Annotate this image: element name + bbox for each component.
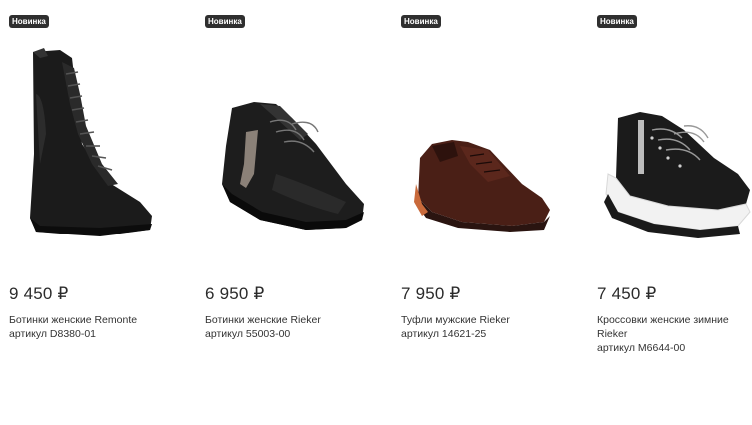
product-title: Ботинки женские Rieker bbox=[205, 314, 321, 326]
product-price: 9 450 ₽ bbox=[9, 284, 69, 303]
product-card[interactable]: Новинка 6 950 ₽ Ботинки женские Rieker а… bbox=[196, 0, 392, 425]
new-badge: Новинка bbox=[9, 15, 49, 28]
product-sku: артикул 14621-25 bbox=[401, 328, 487, 340]
black-suede-high-sneaker-icon[interactable] bbox=[196, 34, 392, 254]
product-price: 6 950 ₽ bbox=[205, 284, 265, 303]
product-card[interactable]: Новинка 9 450 ₽ Ботинки женские Remonte … bbox=[0, 0, 196, 425]
product-card[interactable]: Новинка 7 950 ₽ Туфли мужские Rieker арт… bbox=[392, 0, 588, 425]
product-title-block[interactable]: Ботинки женские Remonte артикул D8380-01 bbox=[9, 313, 159, 341]
product-price: 7 950 ₽ bbox=[401, 284, 461, 303]
product-sku: артикул D8380-01 bbox=[9, 328, 97, 340]
new-badge: Новинка bbox=[205, 15, 245, 28]
product-sku: артикул 55003-00 bbox=[205, 328, 291, 340]
product-title: Туфли мужские Rieker bbox=[401, 314, 510, 326]
black-lace-up-boot-icon[interactable] bbox=[0, 34, 196, 254]
new-badge: Новинка bbox=[597, 15, 637, 28]
product-title-block[interactable]: Ботинки женские Rieker артикул 55003-00 bbox=[205, 313, 355, 341]
product-title-block[interactable]: Туфли мужские Rieker артикул 14621-25 bbox=[401, 313, 551, 341]
product-title-block[interactable]: Кроссовки женские зимние Rieker артикул … bbox=[597, 313, 747, 355]
brown-leather-derby-shoe-icon[interactable] bbox=[392, 34, 588, 254]
product-card[interactable]: Новинка 7 450 ₽ Кроссовки женские зимние… bbox=[588, 0, 752, 425]
product-title: Ботинки женские Remonte bbox=[9, 314, 138, 326]
product-sku: артикул M6644-00 bbox=[597, 342, 686, 354]
black-high-top-sneaker-icon[interactable] bbox=[588, 34, 752, 254]
product-grid: Новинка 9 450 ₽ Ботинки женские Remonte … bbox=[0, 0, 752, 425]
product-title: Кроссовки женские зимние Rieker bbox=[597, 314, 729, 340]
product-price: 7 450 ₽ bbox=[597, 284, 657, 303]
new-badge: Новинка bbox=[401, 15, 441, 28]
